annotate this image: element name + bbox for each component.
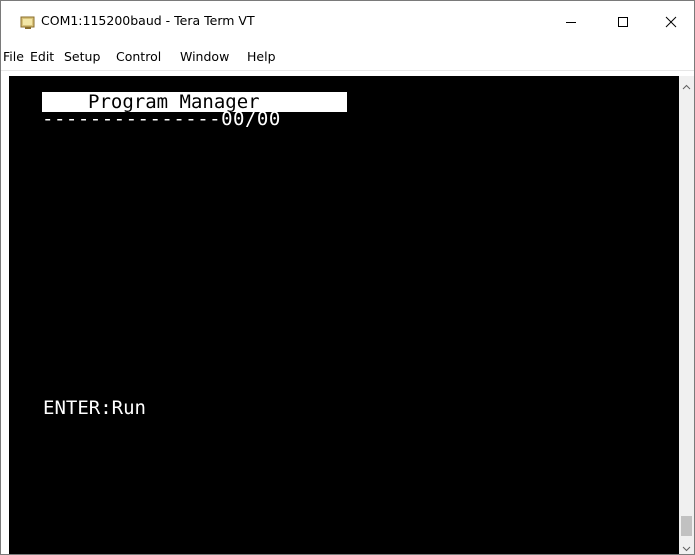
minimize-button[interactable] (548, 1, 594, 43)
window-title: COM1:115200baud - Tera Term VT (41, 13, 255, 28)
menu-control[interactable]: Control (116, 49, 161, 64)
enter-run-hint: ENTER:Run (43, 397, 146, 419)
minimize-icon (565, 16, 577, 28)
menu-edit[interactable]: Edit (30, 49, 54, 64)
chevron-down-icon (682, 537, 691, 555)
menu-help[interactable]: Help (247, 49, 276, 64)
maximize-button[interactable] (600, 1, 646, 43)
menu-setup[interactable]: Setup (64, 49, 100, 64)
close-icon (665, 16, 677, 28)
separator-line: ---------------00/00 (42, 108, 281, 130)
vertical-scrollbar[interactable] (679, 76, 694, 554)
close-button[interactable] (648, 1, 694, 43)
menu-bar: File Edit Setup Control Window Help (1, 43, 694, 71)
tera-term-window: COM1:115200baud - Tera Term VT File Edit… (0, 0, 695, 555)
menu-window[interactable]: Window (180, 49, 229, 64)
menu-file[interactable]: File (3, 49, 24, 64)
chevron-up-icon (682, 75, 691, 94)
scroll-thumb[interactable] (681, 516, 692, 536)
title-bar[interactable]: COM1:115200baud - Tera Term VT (1, 1, 694, 43)
tera-term-icon[interactable] (20, 14, 36, 30)
scroll-up-button[interactable] (679, 76, 694, 92)
maximize-icon (617, 16, 629, 28)
terminal-screen[interactable]: Program Manager ---------------00/00 ENT… (9, 76, 679, 554)
scroll-down-button[interactable] (679, 538, 694, 554)
